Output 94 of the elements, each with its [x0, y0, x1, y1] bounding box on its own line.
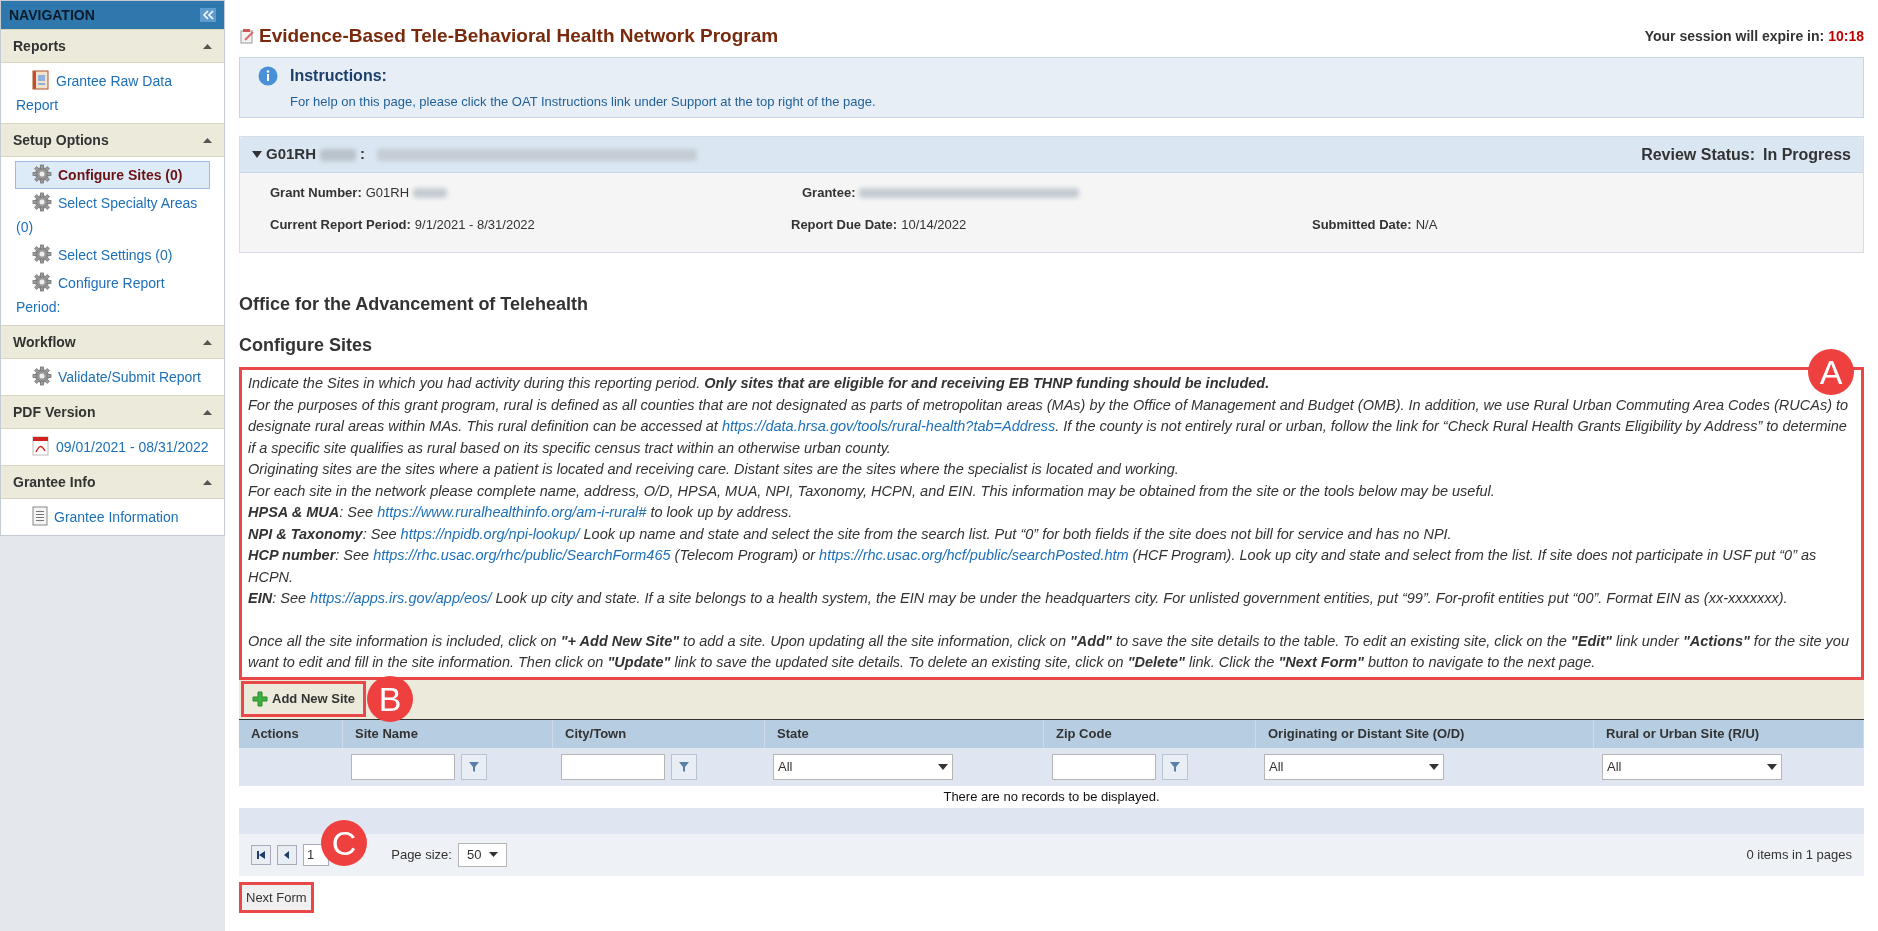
- document-icon: [32, 506, 48, 526]
- column-header[interactable]: Rural or Urban Site (R/U): [1594, 719, 1864, 748]
- first-page-icon: [256, 849, 266, 860]
- page-title: Configure Sites: [239, 334, 373, 357]
- field-label: Submitted Date:: [1312, 215, 1412, 234]
- nav-item[interactable]: 09/01/2021 - 08/31/2022: [15, 433, 210, 461]
- field-value: N/A: [1415, 215, 1438, 234]
- grant-id: G01RH: [266, 144, 317, 165]
- collapse-icon[interactable]: [200, 8, 216, 22]
- page-size-dropdown[interactable]: 50: [457, 842, 508, 867]
- guidance-link[interactable]: https://npidb.org/npi-lookup/: [400, 525, 580, 542]
- field-label: Report Due Date:: [791, 215, 898, 234]
- section-header[interactable]: PDF Version: [1, 395, 224, 429]
- caret-down-icon: [1429, 763, 1439, 770]
- column-header[interactable]: State: [765, 719, 1044, 748]
- guidance-paragraph: EIN: See https://apps.irs.gov/app/eos/ Look up city and state. If a site belongs to a health system, the EIN may be under the headquarters city. For unlisted government entities, put “99”. For-profit entities put “00”. Format EIN as (xx-xxxxxxx).: [248, 589, 1789, 608]
- guidance-paragraph: For each site in the network please complete name, address, O/D, HPSA, MUA, NPI, Taxonomy, HCPN, and EIN. This information may be obtained from the site or the tools below may be useful.: [248, 481, 1496, 501]
- guidance-link[interactable]: https://apps.irs.gov/app/eos/: [310, 590, 492, 606]
- select-dropdown[interactable]: All: [1264, 753, 1444, 780]
- caret-down-icon: [1767, 763, 1777, 770]
- previous-page-button[interactable]: [277, 844, 297, 865]
- nav-item[interactable]: Grantee Information: [15, 503, 210, 531]
- filter-input[interactable]: [1052, 753, 1156, 780]
- review-status-label: Review Status:: [1641, 144, 1755, 165]
- page-size-label: Page size:: [391, 845, 452, 864]
- field-value: G01RH: [365, 184, 410, 202]
- filter-input[interactable]: [561, 753, 665, 780]
- caret-down-icon: [489, 852, 499, 857]
- field-label: Grant Number:: [270, 184, 362, 202]
- review-status-value: In Progress: [1762, 144, 1851, 165]
- column-header[interactable]: Actions: [239, 719, 343, 748]
- pager-summary: 0 items in 1 pages: [1746, 845, 1852, 864]
- nav-item[interactable]: Validate/Submit Report: [15, 363, 210, 391]
- section-header[interactable]: Grantee Info: [1, 465, 224, 499]
- form-icon: [239, 28, 255, 45]
- field-label: Grantee:: [802, 184, 856, 202]
- gear-icon: [32, 244, 52, 264]
- guidance-paragraph: Originating sites are the sites where a patient is located and receiving care. Distant sites are the sites where the specialist is located and working.: [248, 460, 1180, 479]
- redacted-blur: [320, 148, 357, 161]
- nav-item[interactable]: Configure Sites (0): [15, 161, 210, 189]
- guidance-paragraph: HCP number: See https://rhc.usac.org/rhc/public/SearchForm465 (Telecom Program) or https://rhc.usac.org/hcf/public/searchPosted.htm (HCF Program). Look up city and state and select from the list. If site does not participate in USF put “0” as HCPN.: [248, 546, 1818, 587]
- guidance-paragraph: Once all the site information is included, click on "+ Add New Site" to add a site. Upon updating all the site information, click on "Add" to save the site details to the table. To edit an existing site, click on the "Edit" link under "Actions" for the site you want to edit and fill in the site information. Then click on "Update" link to save the updated site details. To delete an existing site, click on "Delete" link. Click the "Next Form" button to navigate to the next page.: [248, 631, 1850, 672]
- gear-icon: [32, 366, 52, 386]
- guidance-link[interactable]: https://rhc.usac.org/hcf/public/searchPosted.htm: [819, 547, 1129, 563]
- field-value: 10/14/2022: [901, 215, 967, 234]
- instructions-title: Instructions:: [290, 65, 387, 86]
- guidance-paragraph: For the purposes of this grant program, rural is defined as all counties that are not designated as parts of metropolitan areas (MAs) by the Office of Management and Budget (OMB). In addition, we use Rural Urban Commuting Area Codes (RUCAs) to designate rural areas within MAs. This rural definition can be accessed at https://data.hrsa.gov/tools/rural-health?tab=Address. If the county is not entirely rural or urban, follow the link for “Check Rural Health Grants Eligibility by Address” to determine if a specific site qualifies as rural based on its specific census tract within an otherwise urban county.: [248, 395, 1850, 458]
- instructions-text: For help on this page, please click the OAT Instructions link under Support at the top right of the page.: [290, 92, 877, 111]
- navigation-title: NAVIGATION: [9, 5, 95, 25]
- report-icon: [32, 70, 50, 90]
- filter-icon[interactable]: [1162, 753, 1188, 780]
- pdf-icon: [32, 436, 50, 456]
- nav-item[interactable]: Grantee Raw Data Report: [15, 67, 210, 119]
- section-header[interactable]: Setup Options: [1, 123, 224, 157]
- callout-marker: B: [367, 675, 413, 722]
- first-page-button[interactable]: [251, 844, 271, 865]
- add-new-site-button[interactable]: Add New Site: [241, 681, 367, 717]
- callout-marker: A: [1808, 349, 1854, 395]
- next-form-button[interactable]: Next Form: [239, 881, 314, 913]
- nav-item[interactable]: Select Settings (0): [15, 241, 210, 269]
- filter-icon[interactable]: [461, 753, 487, 780]
- field-label: Current Report Period:: [270, 215, 411, 234]
- plus-icon: [252, 691, 268, 707]
- gear-icon: [32, 164, 52, 184]
- grant-separator: :: [360, 144, 366, 165]
- gear-icon: [32, 192, 52, 212]
- office-title: Office for the Advancement of Telehealth: [239, 293, 590, 316]
- filter-input[interactable]: [351, 753, 455, 780]
- nav-item[interactable]: Select Specialty Areas (0): [15, 189, 210, 241]
- guidance-paragraph: NPI & Taxonomy: See https://npidb.org/npi-lookup/ Look up name and state and select the site from the search list. Put “0” for both fields if the site does not bill for service and has no NPI.: [248, 524, 1453, 544]
- column-header[interactable]: City/Town: [553, 719, 765, 748]
- session-timer: 10:18: [1828, 26, 1864, 46]
- nav-item[interactable]: Configure Report Period:: [15, 269, 210, 321]
- guidance-paragraph: HPSA & MUA: See https://www.ruralhealthinfo.org/am-i-rural# to look up by address.: [248, 503, 794, 522]
- caret-down-icon: [938, 763, 948, 770]
- empty-message: There are no records to be displayed.: [943, 787, 1160, 806]
- select-dropdown[interactable]: All: [773, 753, 953, 780]
- previous-page-icon: [282, 849, 292, 860]
- filter-icon[interactable]: [671, 753, 697, 780]
- guidance-paragraph: Indicate the Sites in which you had activity during this reporting period. Only sites that are eligible for and receiving EB THNP funding should be included.: [248, 374, 1271, 393]
- column-header[interactable]: Originating or Distant Site (O/D): [1256, 719, 1594, 748]
- field-value: 9/1/2021 - 8/31/2022: [414, 215, 535, 234]
- guidance-link[interactable]: https://rhc.usac.org/rhc/public/SearchForm465: [373, 547, 671, 563]
- section-header[interactable]: Reports: [1, 29, 224, 63]
- info-icon: [258, 65, 278, 86]
- caret-down-icon[interactable]: [252, 150, 262, 159]
- select-dropdown[interactable]: All: [1602, 753, 1782, 780]
- column-header[interactable]: Site Name: [343, 719, 553, 748]
- guidance-link[interactable]: https://www.ruralhealthinfo.org/am-i-rural#: [377, 504, 647, 520]
- column-header[interactable]: Zip Code: [1044, 719, 1256, 748]
- gear-icon: [32, 272, 52, 292]
- page-header-title: Evidence-Based Tele-Behavioral Health Network Program: [259, 24, 779, 48]
- section-header[interactable]: Workflow: [1, 325, 224, 359]
- session-label: Your session will expire in:: [1644, 26, 1825, 46]
